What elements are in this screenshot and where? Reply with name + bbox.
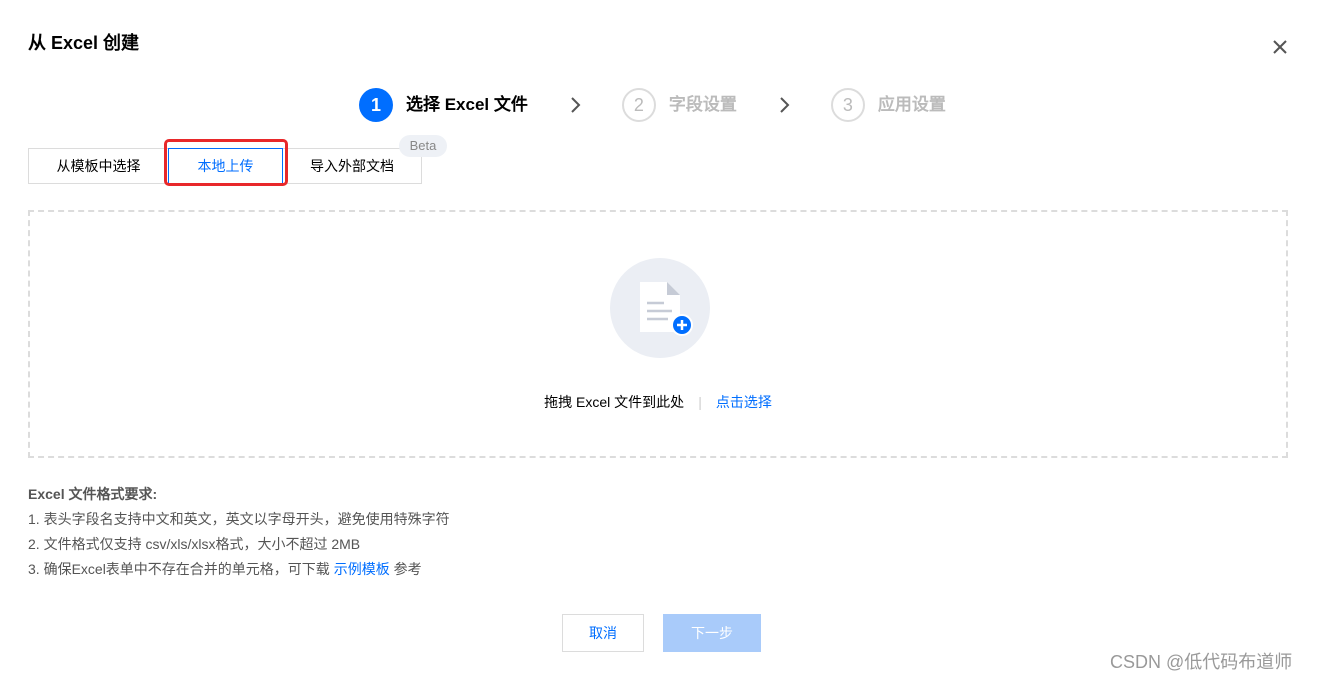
sample-template-link[interactable]: 示例模板 (334, 561, 390, 577)
requirement-2: 2. 文件格式仅支持 csv/xls/xlsx格式，大小不超过 2MB (28, 536, 361, 552)
drop-separator: | (698, 394, 702, 410)
source-tabs: 从模板中选择 本地上传 导入外部文档 (28, 148, 422, 184)
chevron-right-icon (571, 97, 581, 113)
step-2-number: 2 (621, 88, 656, 122)
file-add-icon (610, 258, 710, 358)
format-requirements: Excel 文件格式要求: 1. 表头字段名支持中文和英文，英文以字母开头，避免… (28, 482, 450, 582)
step-3: 3 应用设置 (830, 88, 946, 122)
close-icon[interactable] (1268, 35, 1292, 59)
click-select-link[interactable]: 点击选择 (716, 394, 772, 410)
upload-dropzone[interactable]: 拖拽 Excel 文件到此处 | 点击选择 (28, 210, 1288, 458)
tab-from-template[interactable]: 从模板中选择 (28, 148, 169, 184)
step-1-label: 选择 Excel 文件 (406, 95, 528, 114)
step-separator (528, 96, 622, 114)
dialog-title: 从 Excel 创建 (28, 33, 140, 53)
drop-instructions: 拖拽 Excel 文件到此处 | 点击选择 (30, 392, 1286, 412)
requirements-title: Excel 文件格式要求: (28, 486, 158, 502)
step-1-number: 1 (359, 88, 393, 122)
close-button[interactable] (1268, 35, 1292, 59)
tab-local-upload[interactable]: 本地上传 (168, 148, 283, 184)
requirement-3-text: 3. 确保Excel表单中不存在合并的单元格，可下载 (28, 561, 330, 577)
step-separator (737, 96, 831, 114)
step-2: 2 字段设置 (621, 88, 737, 122)
requirement-1: 1. 表头字段名支持中文和英文，英文以字母开头，避免使用特殊字符 (28, 511, 450, 527)
requirement-3: 3. 确保Excel表单中不存在合并的单元格，可下载 示例模板 参考 (28, 557, 450, 582)
stepper: 1 选择 Excel 文件 2 字段设置 3 应用设置 (359, 88, 946, 122)
step-1: 1 选择 Excel 文件 (359, 88, 528, 122)
cancel-button[interactable]: 取消 (562, 614, 644, 652)
step-3-number: 3 (830, 88, 865, 122)
chevron-right-icon (780, 97, 790, 113)
next-button[interactable]: 下一步 (663, 614, 761, 652)
drag-text: 拖拽 Excel 文件到此处 (544, 394, 685, 410)
step-3-label: 应用设置 (877, 95, 946, 114)
requirement-3-suffix: 参考 (393, 561, 422, 577)
step-2-label: 字段设置 (668, 95, 737, 114)
beta-badge: Beta (399, 135, 447, 157)
watermark: CSDN @低代码布道师 (1110, 652, 1293, 672)
